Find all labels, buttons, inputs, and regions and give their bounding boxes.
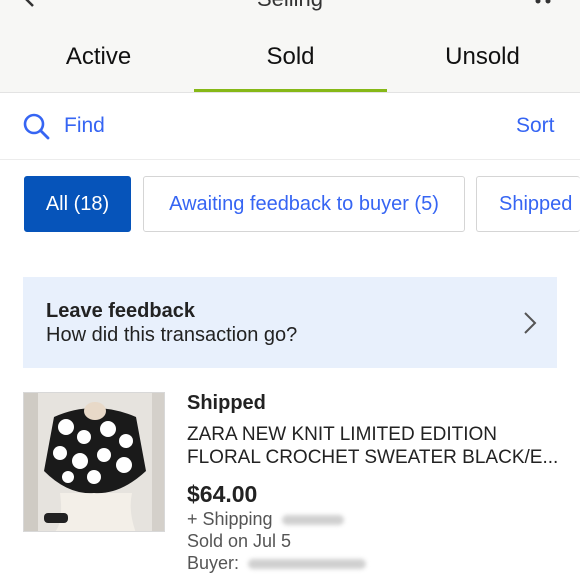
filter-chip-awaiting-feedback[interactable]: Awaiting feedback to buyer (5) [143,176,465,232]
find-button[interactable]: Find [64,114,105,138]
tab-active[interactable]: Active [2,43,195,71]
order-status: Shipped [187,392,266,414]
shipping-info: + Shipping [187,509,344,530]
sort-button[interactable]: Sort [516,114,555,138]
shipping-label: + Shipping [187,509,273,529]
more-options-icon[interactable] [532,0,556,8]
find-bar: Find Sort [0,93,580,160]
chevron-right-icon [524,312,537,334]
page-title: Selling [0,0,580,12]
item-title-line-2: FLORAL CROCHET SWEATER BLACK/E... [187,447,559,468]
filter-chip-shipped[interactable]: Shipped [476,176,580,232]
item-title[interactable]: ZARA NEW KNIT LIMITED EDITION FLORAL CRO… [187,423,562,469]
tab-unsold[interactable]: Unsold [386,43,579,71]
item-price: $64.00 [187,481,258,507]
buyer-info: Buyer: [187,553,367,574]
sweater-photo-icon [24,393,164,531]
item-thumbnail[interactable] [23,392,165,532]
feedback-title: Leave feedback [46,300,195,322]
sold-date: Sold on Jul 5 [187,531,292,551]
selected-tab-indicator [194,89,387,92]
search-icon[interactable] [22,112,50,140]
item-title-line-1: ZARA NEW KNIT LIMITED EDITION [187,424,498,445]
leave-feedback-banner[interactable]: Leave feedback How did this transaction … [23,277,557,368]
buyer-label: Buyer: [187,553,240,573]
redacted-shipping [281,515,344,526]
tab-sold[interactable]: Sold [194,43,387,71]
feedback-subtitle: How did this transaction go? [46,324,298,346]
filter-chip-all[interactable]: All (18) [24,176,131,232]
redacted-buyer [248,559,367,570]
top-bar: Selling Active Sold Unsold [0,0,580,93]
